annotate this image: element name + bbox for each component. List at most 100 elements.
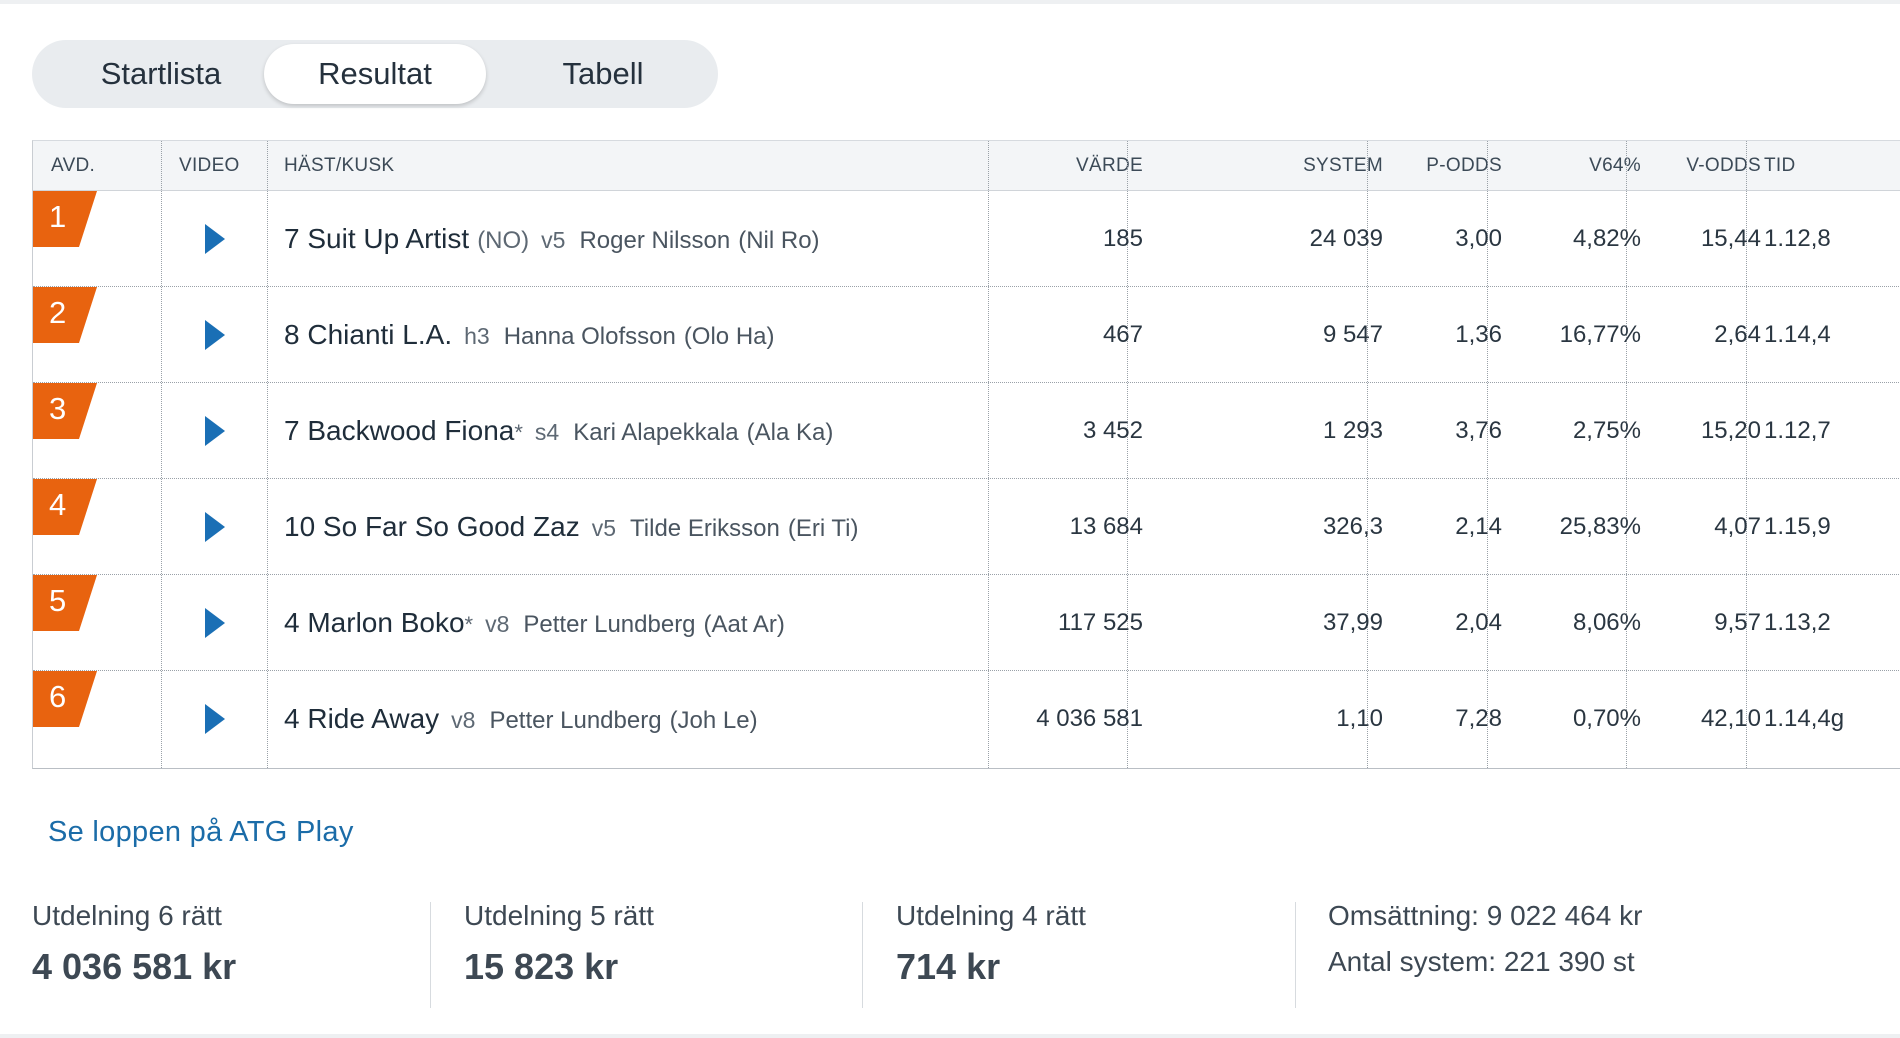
horse-driver-cell: 10 So Far So Good Zaz v5 Tilde Eriksson (Er… bbox=[284, 479, 859, 575]
cell-tid: 1.15,9 bbox=[1764, 513, 1831, 540]
view-tabs: Startlista Resultat Tabell bbox=[32, 40, 718, 108]
cell-p-odds: 2,14 bbox=[1455, 513, 1502, 540]
avd-number: 2 bbox=[49, 295, 67, 330]
trainer-short: (Ala Ka) bbox=[746, 419, 834, 446]
header-tid: TID bbox=[1764, 155, 1796, 176]
horse-name[interactable]: 10 So Far So Good Zaz bbox=[284, 511, 580, 542]
cell-system: 1 293 bbox=[1322, 417, 1383, 444]
tab-startlista[interactable]: Startlista bbox=[48, 44, 274, 104]
cell-p-odds: 1,36 bbox=[1455, 321, 1502, 348]
avd-flag-icon: 6 bbox=[33, 671, 97, 727]
trainer-short: (Eri Ti) bbox=[787, 515, 859, 542]
payout-5: Utdelning 5 rätt 15 823 kr bbox=[464, 900, 654, 1010]
avd-flag-icon: 5 bbox=[33, 575, 97, 631]
avd-flag-icon: 1 bbox=[33, 191, 97, 247]
table-row: 4 10 So Far So Good Zaz v5 Tilde Eriksson (E… bbox=[33, 479, 1900, 575]
horse-driver-cell: 7 Backwood Fiona* s4 Kari Alapekkala (Ala K… bbox=[284, 383, 833, 479]
omsattning: Omsättning: 9 022 464 kr bbox=[1328, 900, 1643, 931]
horse-code: h3 bbox=[464, 323, 490, 349]
cell-v-odds: 9,57 bbox=[1714, 609, 1761, 636]
play-icon[interactable] bbox=[203, 607, 227, 639]
avd-number: 5 bbox=[49, 583, 67, 618]
horse-name[interactable]: 4 Ride Away bbox=[284, 703, 439, 734]
payout-label: Utdelning 5 rätt bbox=[464, 900, 654, 931]
payout-label: Utdelning 6 rätt bbox=[32, 900, 222, 931]
divider bbox=[430, 902, 431, 1008]
driver-name: Tilde Eriksson bbox=[630, 515, 780, 542]
trainer-short: (Nil Ro) bbox=[738, 227, 820, 254]
trainer-short: (Aat Ar) bbox=[703, 611, 785, 638]
tab-tabell[interactable]: Tabell bbox=[492, 44, 714, 104]
cell-v-odds: 2,64 bbox=[1714, 321, 1761, 348]
driver-name: Hanna Olofsson bbox=[503, 323, 676, 350]
antal-system: Antal system: 221 390 st bbox=[1328, 946, 1635, 977]
payout-4: Utdelning 4 rätt 714 kr bbox=[896, 900, 1086, 1010]
trainer-short: (Olo Ha) bbox=[683, 323, 775, 350]
avd-flag-icon: 4 bbox=[33, 479, 97, 535]
tab-resultat[interactable]: Resultat bbox=[264, 44, 486, 104]
cell-p-odds: 3,76 bbox=[1455, 417, 1502, 444]
cell-varde: 467 bbox=[1102, 321, 1143, 348]
race-totals: Omsättning: 9 022 464 kr Antal system: 2… bbox=[1328, 900, 1642, 1010]
cell-v-odds: 15,44 bbox=[1700, 225, 1761, 252]
avd-flag-icon: 2 bbox=[33, 287, 97, 343]
avd-number: 6 bbox=[49, 679, 67, 714]
play-icon[interactable] bbox=[203, 511, 227, 543]
horse-name[interactable]: 4 Marlon Boko bbox=[284, 607, 465, 638]
play-icon[interactable] bbox=[203, 319, 227, 351]
results-table: AVD. VIDEO HÄST/KUSK VÄRDE SYSTEM P-ODDS… bbox=[32, 140, 1900, 769]
payout-value: 714 kr bbox=[896, 946, 1001, 987]
payout-value: 15 823 kr bbox=[464, 946, 619, 987]
cell-v64: 0,70% bbox=[1572, 705, 1641, 732]
horse-driver-cell: 7 Suit Up Artist (NO) v5 Roger Nilsson (Nil … bbox=[284, 191, 820, 287]
horse-driver-cell: 4 Marlon Boko* v8 Petter Lundberg (Aat Ar) bbox=[284, 575, 785, 671]
horse-name[interactable]: 7 Suit Up Artist bbox=[284, 223, 469, 254]
horse-code: v8 bbox=[485, 611, 510, 637]
cell-tid: 1.13,2 bbox=[1764, 609, 1831, 636]
play-icon[interactable] bbox=[203, 415, 227, 447]
cell-v64: 25,83% bbox=[1559, 513, 1641, 540]
header-v64: V64% bbox=[1589, 155, 1641, 176]
cell-system: 24 039 bbox=[1309, 225, 1383, 252]
horse-name[interactable]: 7 Backwood Fiona bbox=[284, 415, 514, 446]
cell-varde: 3 452 bbox=[1082, 417, 1143, 444]
table-header: AVD. VIDEO HÄST/KUSK VÄRDE SYSTEM P-ODDS… bbox=[33, 141, 1900, 191]
cell-v-odds: 4,07 bbox=[1714, 513, 1761, 540]
avd-number: 3 bbox=[49, 391, 67, 426]
driver-name: Petter Lundberg bbox=[523, 611, 696, 638]
cell-varde: 4 036 581 bbox=[1036, 705, 1143, 732]
divider bbox=[862, 902, 863, 1008]
atg-play-link[interactable]: Se loppen på ATG Play bbox=[48, 816, 354, 849]
play-icon[interactable] bbox=[203, 223, 227, 255]
cell-tid: 1.14,4g bbox=[1764, 705, 1845, 732]
cell-tid: 1.12,7 bbox=[1764, 417, 1831, 444]
horse-code: v5 bbox=[591, 515, 617, 541]
cell-varde: 185 bbox=[1102, 225, 1143, 252]
cell-varde: 117 525 bbox=[1058, 609, 1143, 636]
header-video: VIDEO bbox=[179, 155, 240, 176]
cell-tid: 1.12,8 bbox=[1764, 225, 1831, 252]
divider bbox=[1295, 902, 1296, 1008]
avd-number: 4 bbox=[49, 487, 67, 522]
horse-driver-cell: 8 Chianti L.A. h3 Hanna Olofsson (Olo Ha) bbox=[284, 287, 775, 383]
trainer-short: (Joh Le) bbox=[669, 707, 758, 734]
cell-p-odds: 3,00 bbox=[1455, 225, 1502, 252]
cell-v64: 4,82% bbox=[1572, 225, 1641, 252]
table-row: 3 7 Backwood Fiona* s4 Kari Alapekkala (Ala … bbox=[33, 383, 1900, 479]
results-card: Startlista Resultat Tabell AVD. VIDEO HÄ… bbox=[0, 4, 1900, 1034]
payout-value: 4 036 581 kr bbox=[32, 946, 237, 987]
horse-code: s4 bbox=[534, 419, 560, 445]
cell-system: 9 547 bbox=[1322, 321, 1383, 348]
horse-star: * bbox=[464, 612, 474, 637]
driver-name: Roger Nilsson bbox=[579, 227, 731, 254]
cell-p-odds: 2,04 bbox=[1455, 609, 1502, 636]
cell-system: 326,3 bbox=[1322, 513, 1383, 540]
horse-country: (NO) bbox=[477, 227, 530, 254]
avd-flag-icon: 3 bbox=[33, 383, 97, 439]
play-icon[interactable] bbox=[203, 703, 227, 735]
cell-v64: 16,77% bbox=[1559, 321, 1641, 348]
horse-star: * bbox=[514, 420, 523, 445]
header-system: SYSTEM bbox=[1303, 155, 1383, 176]
horse-name[interactable]: 8 Chianti L.A. bbox=[284, 319, 452, 350]
driver-name: Kari Alapekkala bbox=[573, 419, 739, 446]
